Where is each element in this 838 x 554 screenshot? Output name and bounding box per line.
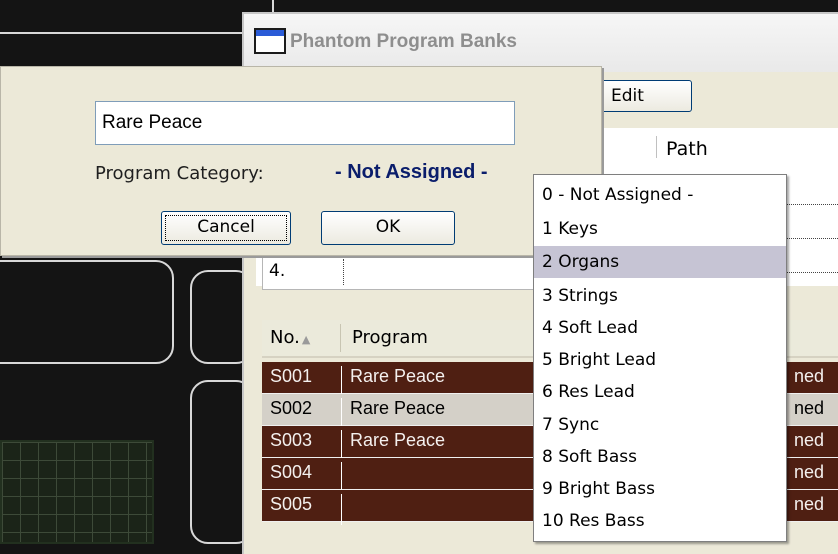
row-category: ned bbox=[794, 430, 825, 450]
program-category-label: Program Category: bbox=[95, 163, 264, 184]
row-number: S002 bbox=[270, 398, 313, 418]
ok-button[interactable]: OK bbox=[321, 211, 455, 245]
path-column-header[interactable]: Path bbox=[666, 138, 708, 160]
category-option[interactable]: 5 Bright Lead bbox=[534, 344, 786, 376]
row-category: ned bbox=[794, 494, 825, 514]
category-option[interactable]: 7 Sync bbox=[534, 409, 786, 441]
category-option[interactable]: 0 - Not Assigned - bbox=[534, 179, 786, 211]
list-item[interactable]: 4. bbox=[262, 254, 538, 290]
row-category: ned bbox=[794, 366, 825, 386]
program-properties-dialog: Program Category: - Not Assigned - Cance… bbox=[0, 66, 602, 256]
row-program: Rare Peace bbox=[350, 366, 446, 386]
row-program: Rare Peace bbox=[350, 398, 446, 418]
category-option[interactable]: 4 Soft Lead bbox=[534, 312, 786, 344]
row-number: S001 bbox=[270, 366, 313, 386]
column-separator bbox=[340, 324, 341, 352]
row-number: S003 bbox=[270, 430, 313, 450]
category-option[interactable]: 9 Bright Bass bbox=[534, 473, 786, 505]
program-name-input[interactable] bbox=[95, 101, 515, 145]
category-option[interactable]: 10 Res Bass bbox=[534, 505, 786, 537]
row-divider bbox=[780, 238, 838, 239]
edit-button[interactable]: Edit bbox=[600, 80, 692, 112]
sort-ascending-icon: ▲ bbox=[301, 333, 311, 346]
window-icon bbox=[254, 28, 286, 54]
row-divider bbox=[780, 204, 838, 205]
category-option[interactable]: 6 Res Lead bbox=[534, 376, 786, 408]
row-divider bbox=[780, 272, 838, 273]
window-title: Phantom Program Banks bbox=[290, 31, 517, 52]
category-option-selected[interactable]: 2 Organs bbox=[534, 246, 786, 278]
cell-separator bbox=[343, 259, 344, 285]
list-header bbox=[600, 128, 838, 163]
column-header-no[interactable]: No. ▲ bbox=[270, 320, 310, 356]
program-category-select[interactable]: - Not Assigned - bbox=[335, 161, 488, 184]
category-dropdown-list[interactable]: 0 - Not Assigned - 1 Keys 2 Organs 3 Str… bbox=[533, 174, 787, 542]
column-separator bbox=[656, 136, 657, 158]
cancel-button[interactable]: Cancel bbox=[161, 211, 291, 245]
category-option[interactable]: 3 Strings bbox=[534, 280, 786, 312]
list-item-number: 4. bbox=[269, 261, 286, 281]
column-header-no-label: No. bbox=[270, 327, 300, 348]
category-option[interactable]: 8 Soft Bass bbox=[534, 441, 786, 473]
category-option[interactable]: 1 Keys bbox=[534, 213, 786, 245]
background-grid-display bbox=[0, 440, 154, 544]
row-number: S005 bbox=[270, 494, 313, 514]
background-decoration bbox=[0, 260, 174, 364]
window-titlebar[interactable]: Phantom Program Banks bbox=[244, 14, 838, 72]
row-program: Rare Peace bbox=[350, 430, 446, 450]
column-header-program[interactable]: Program bbox=[352, 320, 428, 356]
row-category: ned bbox=[794, 398, 825, 418]
background-decoration bbox=[0, 0, 274, 34]
row-number: S004 bbox=[270, 462, 313, 482]
row-category: ned bbox=[794, 462, 825, 482]
